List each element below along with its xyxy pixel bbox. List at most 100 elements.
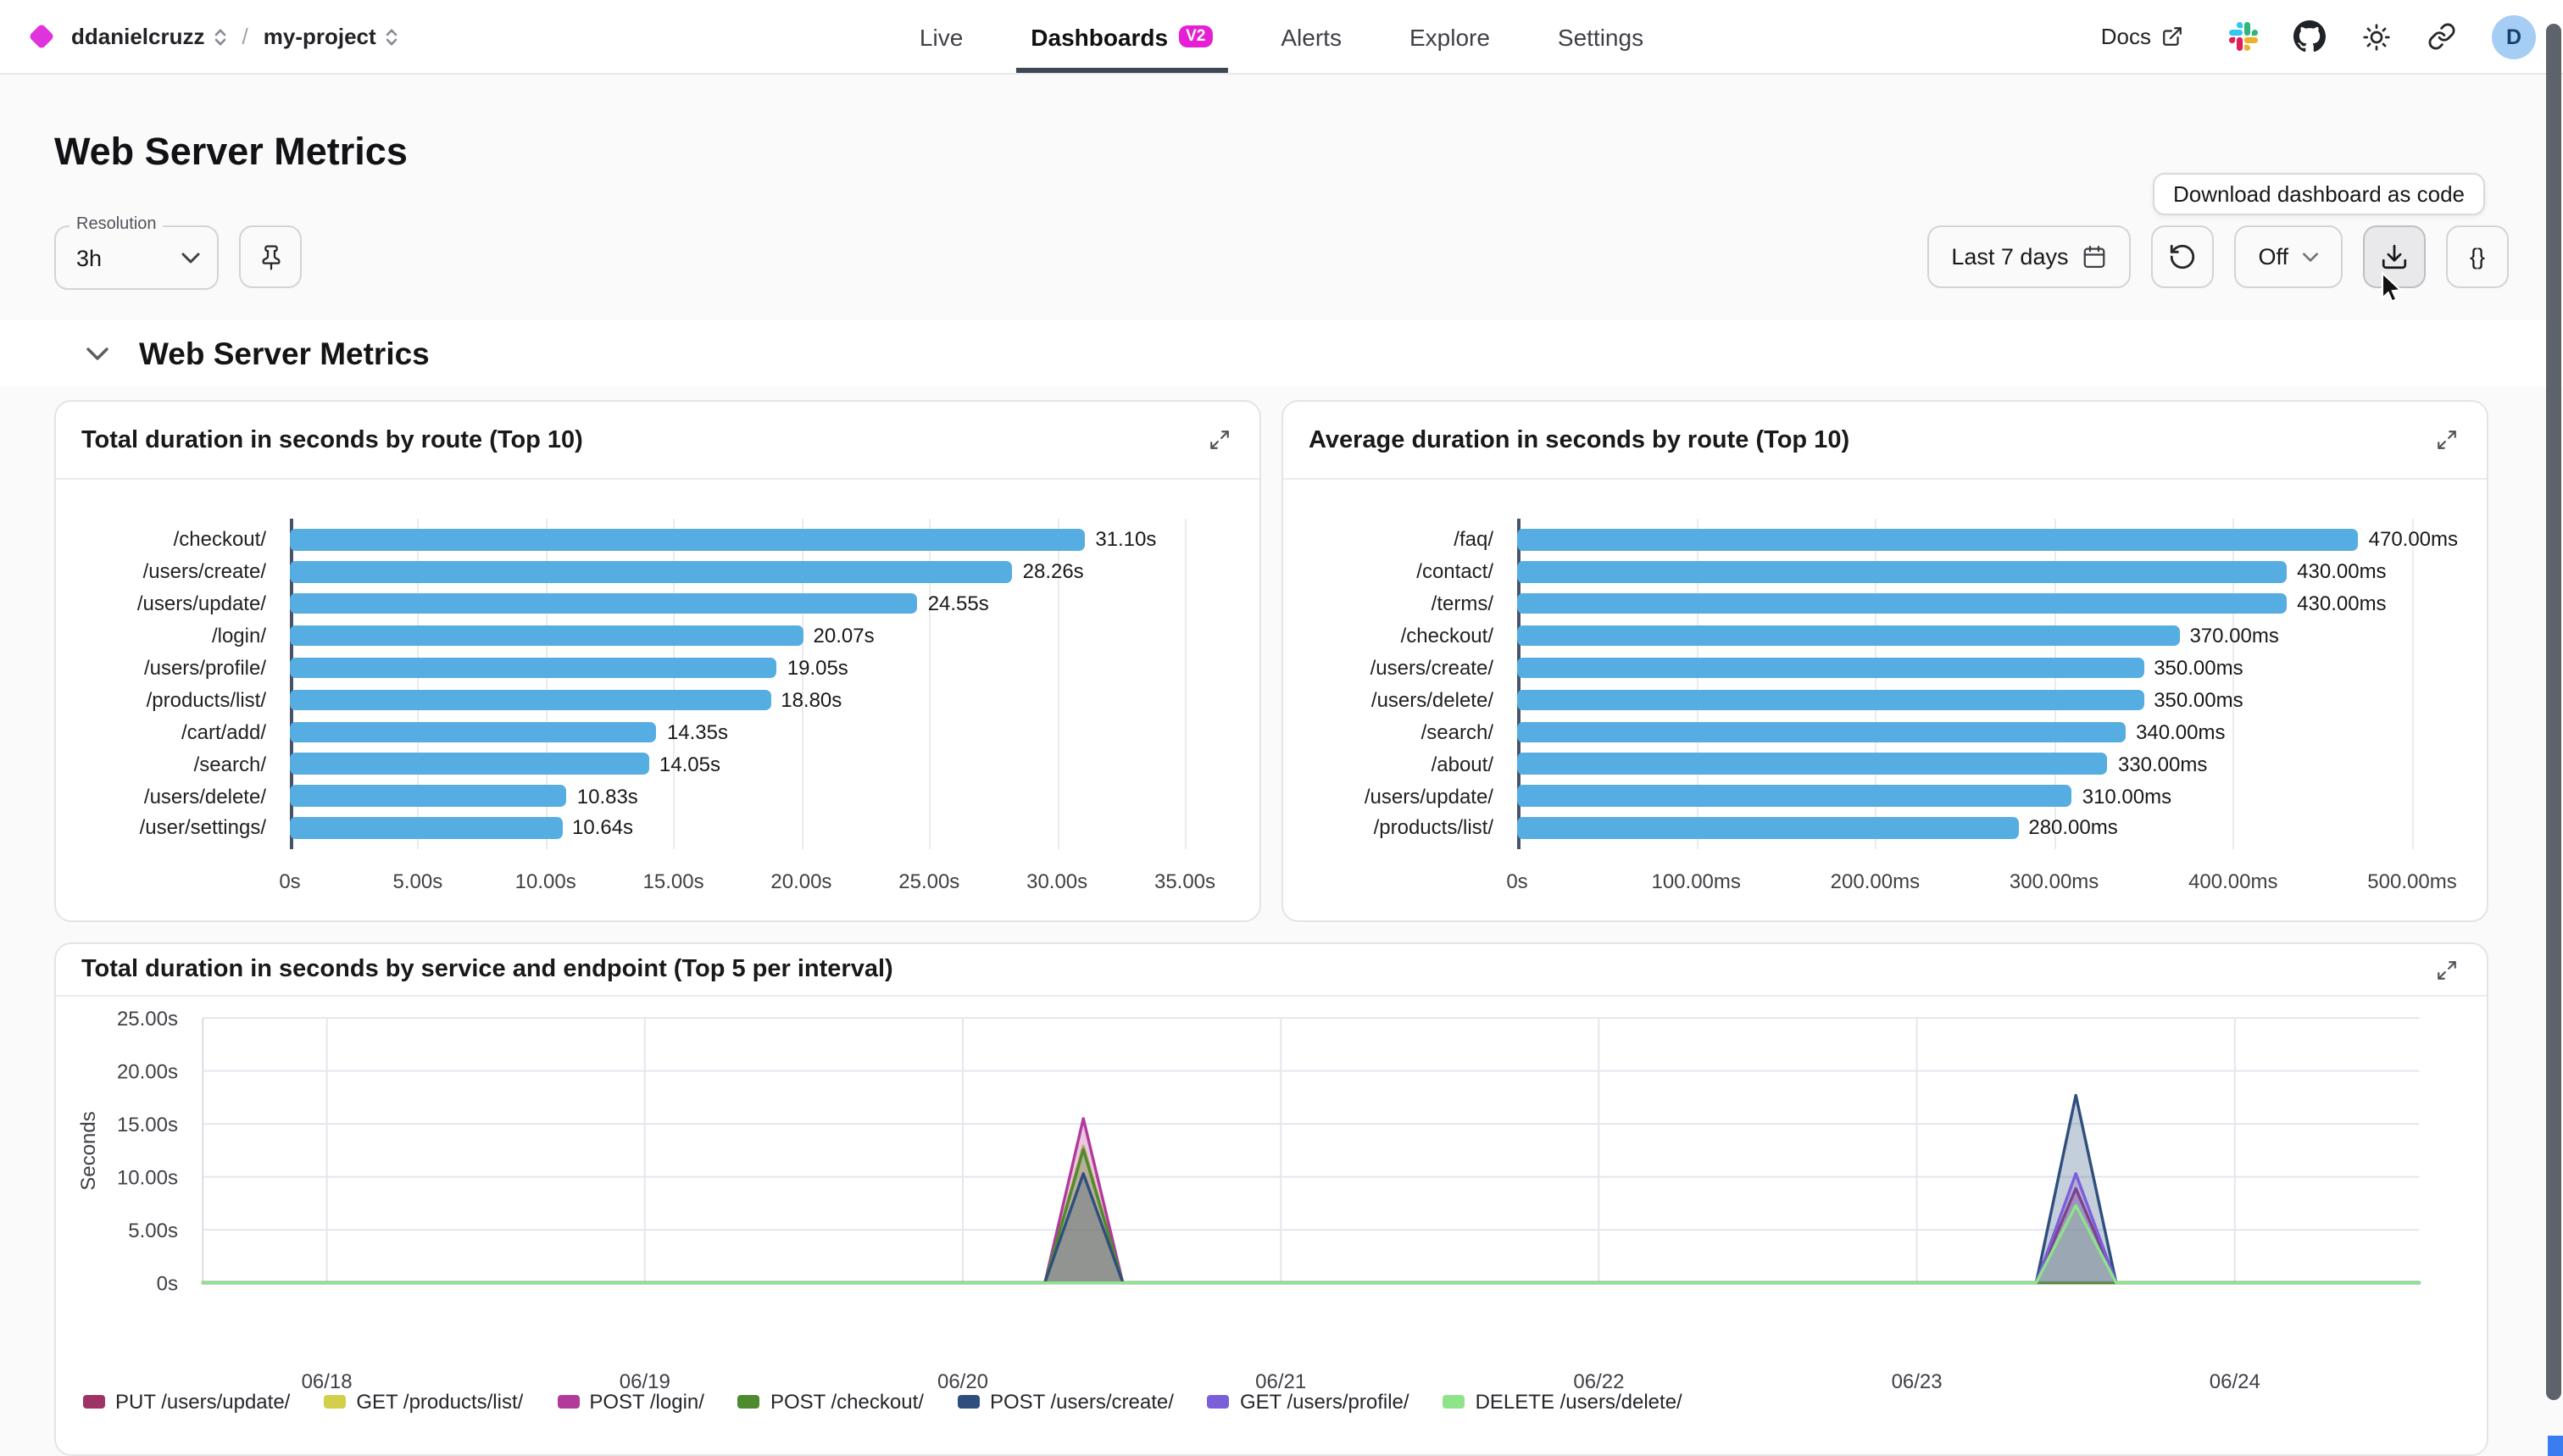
bar[interactable]	[290, 593, 918, 614]
tab-explore[interactable]: Explore	[1406, 0, 1493, 73]
bar[interactable]	[290, 625, 803, 647]
bar[interactable]	[1517, 721, 2126, 742]
expand-icon	[2436, 429, 2458, 451]
expand-panel-button[interactable]	[1205, 425, 1234, 454]
section-header[interactable]: Web Server Metrics	[0, 320, 2563, 386]
bar[interactable]	[290, 817, 562, 838]
bar[interactable]	[1517, 593, 2287, 614]
legend-label: POST /login/	[589, 1390, 704, 1414]
v2-badge: V2	[1178, 25, 1213, 48]
bar-row[interactable]: /login/20.07s	[56, 620, 1259, 652]
resolution-label: Resolution	[69, 215, 164, 234]
bar[interactable]	[1517, 817, 2018, 838]
category-label: /about/	[1283, 752, 1517, 775]
legend-item[interactable]: POST /login/	[557, 1390, 704, 1414]
axis-tick-label: 200.00ms	[1831, 870, 1920, 893]
axis-tick-label: 35.00s	[1154, 870, 1215, 893]
github-button[interactable]	[2293, 20, 2326, 53]
bar[interactable]	[290, 721, 657, 742]
bar[interactable]	[290, 753, 649, 775]
org-switcher[interactable]: ddanielcruzz	[71, 24, 227, 49]
share-link-button[interactable]	[2427, 22, 2456, 51]
legend-item[interactable]: POST /checkout/	[738, 1390, 924, 1414]
bar-row[interactable]: /checkout/370.00ms	[1283, 620, 2487, 652]
scrollbar-thumb[interactable]	[2546, 24, 2561, 1400]
user-menu[interactable]: D	[2492, 14, 2536, 58]
legend-item[interactable]: GET /users/profile/	[1208, 1390, 1409, 1414]
value-label: 470.00ms	[2369, 528, 2458, 552]
bar[interactable]	[1517, 753, 2108, 775]
bar[interactable]	[1517, 786, 2072, 807]
bar-row[interactable]: /checkout/31.10s	[56, 524, 1259, 556]
bar-chart-average-duration[interactable]: /faq/470.00ms/contact/430.00ms/terms/430…	[1283, 480, 2487, 922]
bar-row[interactable]: /faq/470.00ms	[1283, 524, 2487, 556]
area-chart-duration-timeseries[interactable]: 0s5.00s10.00s15.00s20.00s25.00s06/1806/1…	[56, 997, 2487, 1456]
bar[interactable]	[1517, 625, 2179, 647]
bar-row[interactable]: /users/create/350.00ms	[1283, 652, 2487, 684]
bar-row[interactable]: /users/update/310.00ms	[1283, 780, 2487, 812]
category-label: /terms/	[1283, 592, 1517, 615]
legend-item[interactable]: POST /users/create/	[958, 1390, 1174, 1414]
chevron-down-icon	[86, 347, 108, 360]
svg-text:20.00s: 20.00s	[117, 1061, 178, 1084]
slack-icon	[2229, 22, 2258, 51]
bar-row[interactable]: /terms/430.00ms	[1283, 588, 2487, 620]
pin-resolution-button[interactable]	[239, 225, 302, 288]
bar-row[interactable]: /cart/add/14.35s	[56, 716, 1259, 748]
time-range-button[interactable]: Last 7 days	[1927, 225, 2131, 288]
bar[interactable]	[290, 689, 770, 710]
theme-toggle[interactable]	[2361, 21, 2392, 52]
auto-refresh-select[interactable]: Off	[2234, 225, 2343, 288]
category-label: /users/delete/	[1283, 688, 1517, 712]
bar[interactable]	[1517, 561, 2287, 582]
category-label: /products/list/	[1283, 816, 1517, 840]
breadcrumb: ddanielcruzz / my-project	[27, 24, 398, 49]
docs-link[interactable]: Docs	[2091, 22, 2193, 51]
svg-text:5.00s: 5.00s	[128, 1220, 178, 1242]
bar-row[interactable]: /products/list/18.80s	[56, 684, 1259, 716]
bar[interactable]	[1517, 529, 2359, 550]
bar-row[interactable]: /users/update/24.55s	[56, 588, 1259, 620]
category-label: /users/delete/	[56, 784, 290, 808]
project-switcher[interactable]: my-project	[264, 24, 398, 49]
area-chart-plot[interactable]: 0s5.00s10.00s15.00s20.00s25.00s06/1806/1…	[56, 997, 2488, 1437]
category-label: /search/	[56, 752, 290, 775]
expand-panel-button[interactable]	[2432, 955, 2461, 984]
category-label: /users/profile/	[56, 656, 290, 680]
axis-tick-label: 300.00ms	[2010, 870, 2099, 893]
bar[interactable]	[290, 529, 1085, 550]
bar[interactable]	[1517, 658, 2143, 679]
legend-item[interactable]: PUT /users/update/	[83, 1390, 290, 1414]
expand-panel-button[interactable]	[2432, 425, 2461, 454]
category-label: /users/update/	[1283, 784, 1517, 808]
bar-row[interactable]: /users/create/28.26s	[56, 556, 1259, 588]
bar[interactable]	[1517, 689, 2143, 710]
slack-button[interactable]	[2229, 22, 2258, 51]
bar-row[interactable]: /products/list/280.00ms	[1283, 812, 2487, 844]
svg-text:0s: 0s	[157, 1273, 178, 1296]
bar-row[interactable]: /search/340.00ms	[1283, 716, 2487, 748]
legend-label: PUT /users/update/	[115, 1390, 290, 1414]
resolution-select[interactable]: Resolution 3h	[54, 225, 219, 290]
legend-item[interactable]: DELETE /users/delete/	[1443, 1390, 1682, 1414]
tab-alerts[interactable]: Alerts	[1277, 0, 1345, 73]
bar-row[interactable]: /about/330.00ms	[1283, 747, 2487, 780]
bar-row[interactable]: /contact/430.00ms	[1283, 556, 2487, 588]
tab-live[interactable]: Live	[916, 0, 966, 73]
bar-row[interactable]: /users/delete/350.00ms	[1283, 684, 2487, 716]
org-name: ddanielcruzz	[71, 24, 205, 49]
bar-row[interactable]: /search/14.05s	[56, 747, 1259, 780]
tab-dashboards[interactable]: Dashboards V2	[1027, 0, 1216, 73]
legend-item[interactable]: GET /products/list/	[324, 1390, 523, 1414]
bar-chart-total-duration[interactable]: /checkout/31.10s/users/create/28.26s/use…	[56, 480, 1259, 922]
bar[interactable]	[290, 658, 777, 679]
refresh-button[interactable]	[2151, 225, 2214, 288]
bar-row[interactable]: /users/delete/10.83s	[56, 780, 1259, 812]
legend-swatch	[1443, 1395, 1465, 1409]
bar-row[interactable]: /user/settings/10.64s	[56, 812, 1259, 844]
edit-as-code-button[interactable]: {}	[2446, 225, 2509, 288]
tab-settings[interactable]: Settings	[1554, 0, 1647, 73]
bar[interactable]	[290, 561, 1013, 582]
bar[interactable]	[290, 786, 567, 807]
bar-row[interactable]: /users/profile/19.05s	[56, 652, 1259, 684]
